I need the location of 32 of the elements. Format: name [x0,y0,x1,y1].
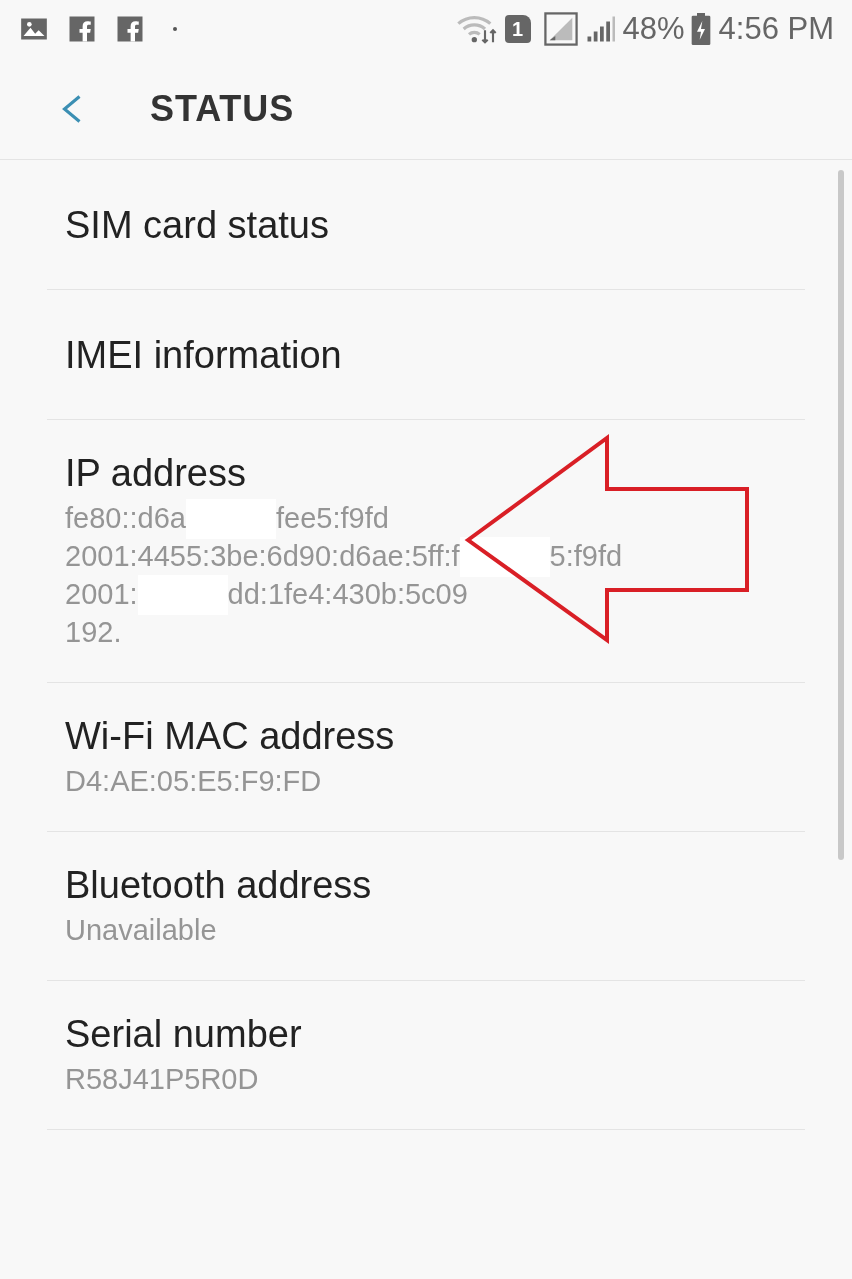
item-value: D4:AE:05:E5:F9:FD [65,764,322,800]
battery-percentage: 48% [622,9,685,48]
item-value: Unavailable [65,913,217,949]
settings-item[interactable]: Bluetooth address Unavailable [47,832,805,980]
clock: 4:56 PM [718,9,834,48]
item-value: 2001:4455:3be:6d90:d6ae:5ff:f [65,539,460,575]
settings-item[interactable]: IMEI information [47,290,805,419]
item-value: R58J41P5R0D [65,1062,259,1098]
item-value: 5:f9fd [549,539,623,575]
item-value: fe80::d6a [65,501,186,537]
wifi-icon [454,13,499,45]
item-title: IMEI information [65,332,343,378]
settings-item[interactable]: SIM card status [47,160,805,289]
battery-charging-icon [690,13,711,45]
page-title: STATUS [150,86,295,131]
item-title: Serial number [65,1012,303,1057]
item-value: 2001: [65,577,138,613]
facebook-icon [115,14,145,44]
settings-item[interactable]: IP address fe80::d6a fee5:f9fd 2001:4455:3be:6d90:d6ae:5ff:f 5:f9fd 2001: dd:1fe4:430b:5c09 192. [47,420,805,682]
item-value: fee5:f9fd [275,501,389,537]
item-title: SIM card status [65,202,330,248]
facebook-icon [67,14,97,44]
item-title: Wi-Fi MAC address [65,714,396,759]
item-title: IP address [65,451,247,496]
settings-item[interactable]: Serial number R58J41P5R0D [47,981,805,1129]
dot-icon [173,27,177,31]
item-value: dd:1fe4:430b:5c09 [227,577,468,613]
item-value: 192. [65,615,122,651]
item-title: Bluetooth address [65,863,373,908]
signal-icon [542,12,579,46]
settings-item[interactable]: Wi-Fi MAC address D4:AE:05:E5:F9:FD [47,683,805,831]
sim-badge: 1 [504,15,531,43]
